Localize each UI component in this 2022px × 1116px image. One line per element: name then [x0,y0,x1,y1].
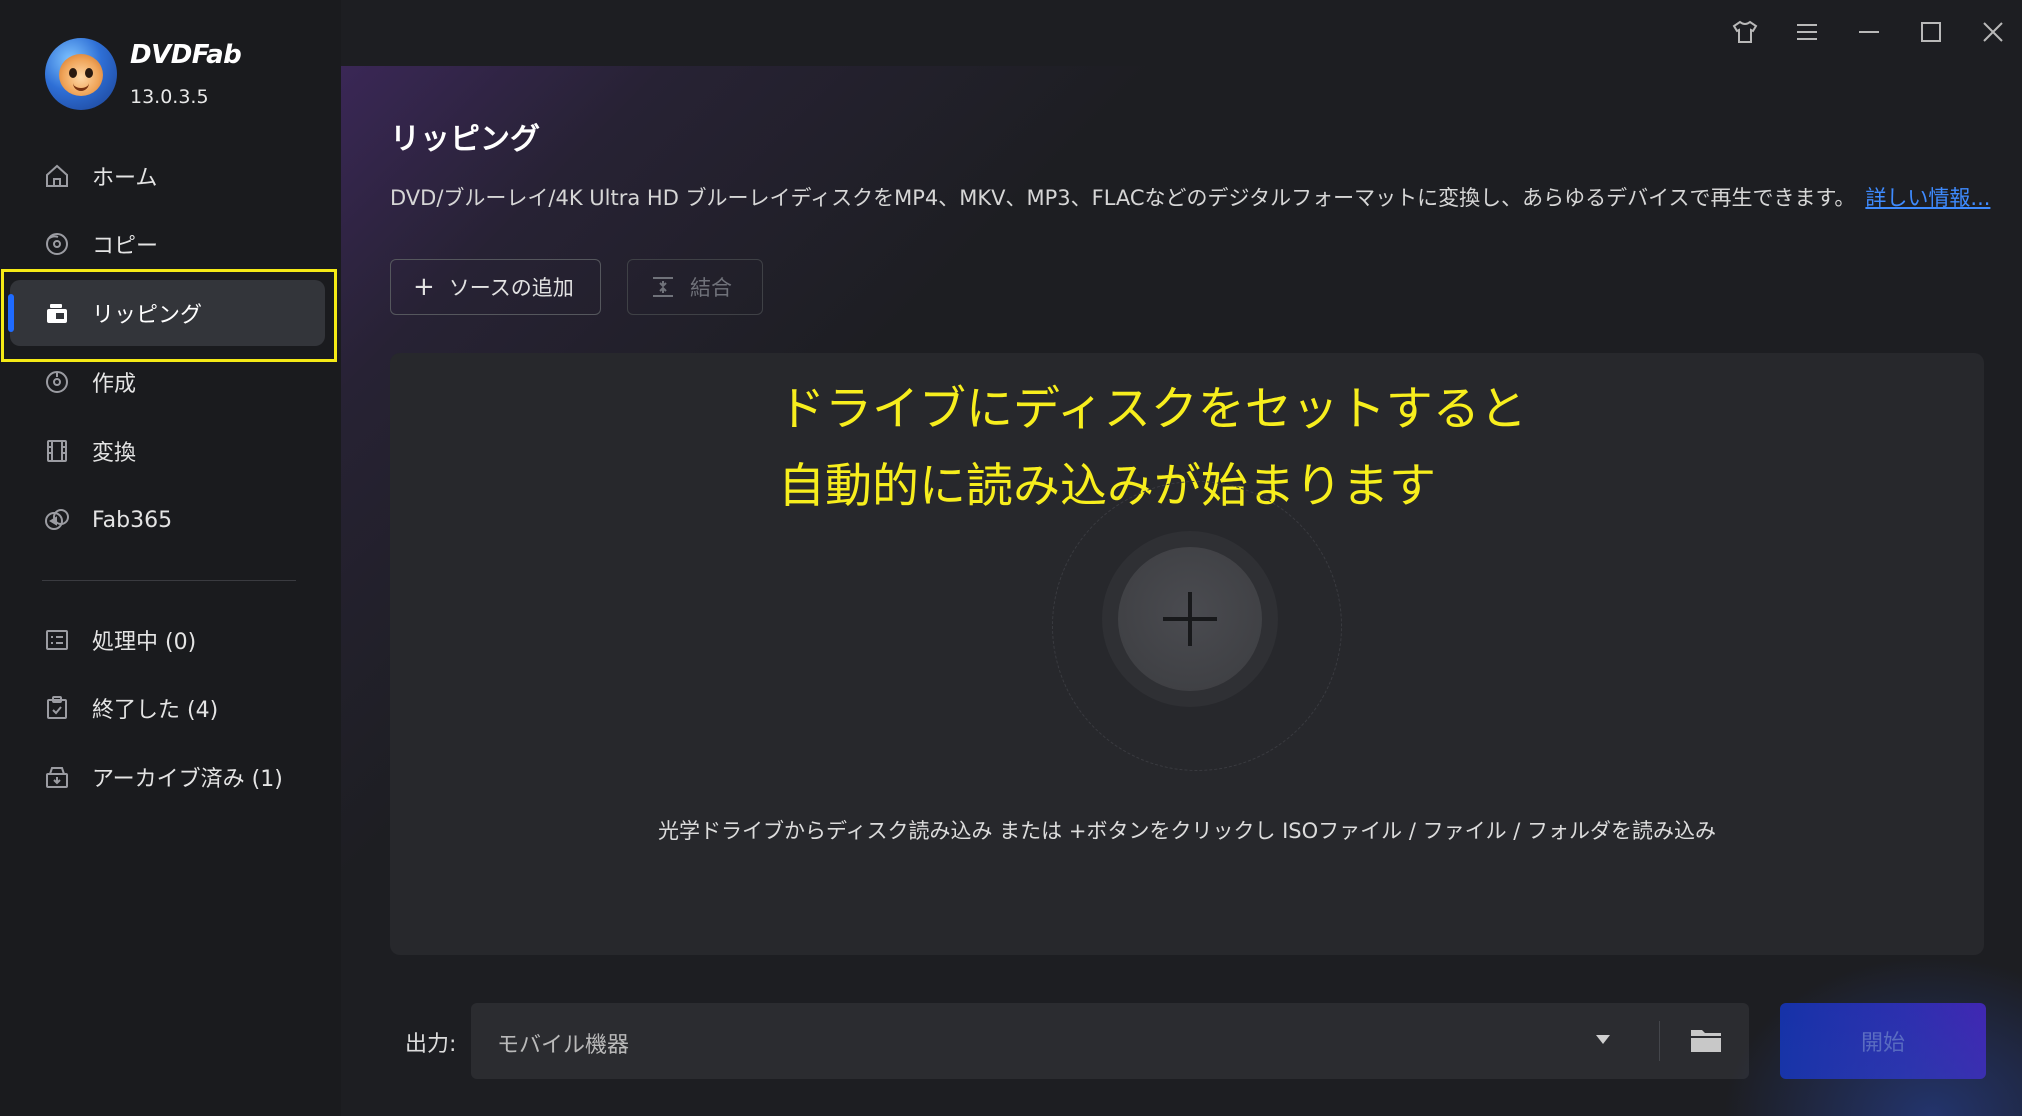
description-text: DVD/ブルーレイ/4K Ultra HD ブルーレイディスクをMP4、MKV、… [390,186,1856,210]
sidebar-item-label: アーカイブ済み (1) [92,767,283,792]
menu-icon[interactable] [1789,14,1825,50]
output-profile-value: モバイル機器 [497,1033,630,1058]
close-icon[interactable] [1975,14,2011,50]
sidebar-item-home[interactable]: ホーム [10,143,325,209]
copy-disc-icon [46,233,68,255]
minimize-icon[interactable] [1851,14,1887,50]
add-source-plus-button[interactable] [1118,547,1262,691]
clipboard-check-icon [47,696,67,719]
add-source-button[interactable]: + ソースの追加 [390,259,601,315]
app-version: 13.0.3.5 [130,86,209,108]
merge-label: 結合 [690,276,732,300]
plus-icon [1163,592,1217,646]
sidebar-item-copy[interactable]: コピー [10,211,325,277]
maximize-icon[interactable] [1913,14,1949,50]
merge-icon [653,277,673,297]
chevron-down-icon[interactable] [1596,1035,1610,1044]
sidebar-item-converter[interactable]: 変換 [10,418,325,484]
sidebar-item-label: 変換 [92,441,137,466]
tshirt-icon[interactable] [1727,14,1763,50]
output-label: 出力: [405,1032,457,1057]
sidebar-item-label: 処理中 (0) [92,630,197,655]
sidebar-item-label: Fab365 [92,507,173,533]
more-info-link[interactable]: 詳しい情報... [1865,186,1990,210]
brand-name: DVDFab [130,40,242,70]
drop-hint: 光学ドライブからディスク読み込み または +ボタンをクリックし ISOファイル … [657,819,1717,843]
start-button[interactable]: 開始 [1780,1003,1986,1079]
sidebar-item-creator[interactable]: 作成 [10,349,325,415]
sidebar: DVDFab 13.0.3.5 ホーム コピー リッピング 作成 変換 Fab3… [0,0,341,1116]
sidebar-item-processing[interactable]: 処理中 (0) [10,607,325,673]
main-panel: リッピング DVD/ブルーレイ/4K Ultra HD ブルーレイディスクをMP… [341,66,2022,1116]
select-separator [1659,1021,1660,1061]
home-icon [46,164,68,187]
creator-disc-icon [46,371,68,393]
sidebar-item-archived[interactable]: アーカイブ済み (1) [10,744,325,810]
task-list-icon [46,630,68,650]
dvdfab-logo-icon [45,38,117,110]
merge-button[interactable]: 結合 [627,259,763,315]
sidebar-item-label: 終了した (4) [92,698,219,723]
page-title: リッピング [390,122,540,157]
output-profile-select[interactable]: モバイル機器 [471,1003,1749,1079]
sidebar-item-fab365[interactable]: Fab365 [10,487,325,553]
sidebar-item-label: 作成 [92,372,137,397]
sidebar-item-label: ホーム [92,166,158,191]
annotation-line: ドライブにディスクをセットすると [778,382,1527,437]
drop-zone[interactable]: ドライブにディスクをセットすると 自動的に読み込みが始まります 光学ドライブから… [390,353,1984,955]
sidebar-item-label: コピー [92,234,159,259]
title-bar [341,0,2022,66]
film-icon [47,440,67,462]
page-description: DVD/ブルーレイ/4K Ultra HD ブルーレイディスクをMP4、MKV、… [390,182,1990,212]
archive-box-icon [46,767,68,788]
plus-icon: + [413,272,435,302]
sidebar-item-finished[interactable]: 終了した (4) [10,675,325,741]
sidebar-divider [42,580,296,581]
add-source-label: ソースの追加 [448,276,574,300]
fab365-icon [45,509,69,530]
folder-icon[interactable] [1689,1025,1723,1055]
